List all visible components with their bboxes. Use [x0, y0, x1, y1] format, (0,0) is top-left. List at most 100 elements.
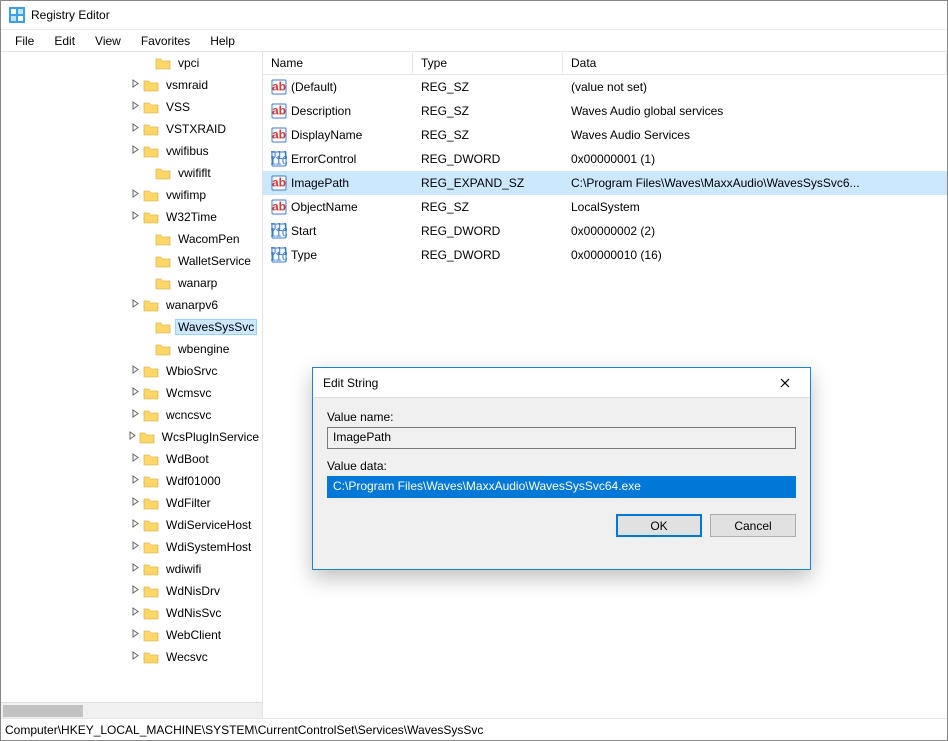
expander-icon[interactable] [127, 211, 143, 223]
tree-item[interactable]: wcncsvc [1, 404, 262, 426]
value-row[interactable]: (Default)REG_SZ(value not set) [263, 75, 947, 99]
expander-icon[interactable] [127, 299, 143, 311]
folder-icon [155, 254, 171, 268]
tree-item[interactable]: WcsPlugInService [1, 426, 262, 448]
tree-item-label: WdiSystemHost [163, 539, 254, 555]
menu-help[interactable]: Help [200, 32, 245, 50]
tree-item[interactable]: vsmraid [1, 74, 262, 96]
expander-icon[interactable] [127, 629, 143, 641]
tree-item-label: wanarp [175, 275, 220, 291]
expander-icon[interactable] [127, 145, 143, 157]
tree-item-label: WdiServiceHost [163, 517, 254, 533]
tree-item[interactable]: WdNisDrv [1, 580, 262, 602]
tree-item[interactable]: wanarpv6 [1, 294, 262, 316]
folder-icon [143, 188, 159, 202]
tree-item[interactable]: vwifimp [1, 184, 262, 206]
cancel-button[interactable]: Cancel [710, 514, 796, 537]
tree-item[interactable]: WavesSysSvc [1, 316, 262, 338]
tree-item[interactable]: WbioSrvc [1, 360, 262, 382]
value-row[interactable]: ErrorControlREG_DWORD0x00000001 (1) [263, 147, 947, 171]
expander-icon[interactable] [127, 409, 143, 421]
value-name: ObjectName [291, 200, 358, 214]
folder-icon [143, 496, 159, 510]
tree-item[interactable]: WdBoot [1, 448, 262, 470]
menu-file[interactable]: File [5, 32, 44, 50]
registry-editor-window: Registry Editor File Edit View Favorites… [0, 0, 948, 741]
value-row[interactable]: TypeREG_DWORD0x00000010 (16) [263, 243, 947, 267]
column-header-data[interactable]: Data [563, 53, 947, 73]
value-data-input[interactable]: C:\Program Files\Waves\MaxxAudio\WavesSy… [327, 476, 796, 498]
tree-item[interactable]: vwifibus [1, 140, 262, 162]
tree-item[interactable]: Wdf01000 [1, 470, 262, 492]
tree-item[interactable]: WalletService [1, 250, 262, 272]
value-row[interactable]: ObjectNameREG_SZLocalSystem [263, 195, 947, 219]
folder-icon [143, 562, 159, 576]
value-type: REG_EXPAND_SZ [413, 174, 563, 192]
tree-item[interactable]: wdiwifi [1, 558, 262, 580]
expander-icon[interactable] [127, 189, 143, 201]
tree-item[interactable]: WdNisSvc [1, 602, 262, 624]
menu-view[interactable]: View [85, 32, 131, 50]
folder-icon [143, 584, 159, 598]
tree-item-label: WalletService [175, 253, 254, 269]
expander-icon[interactable] [127, 365, 143, 377]
expander-icon[interactable] [127, 453, 143, 465]
dialog-titlebar[interactable]: Edit String [313, 368, 810, 398]
expander-icon[interactable] [127, 607, 143, 619]
menu-favorites[interactable]: Favorites [131, 32, 200, 50]
value-type: REG_SZ [413, 126, 563, 144]
ok-button[interactable]: OK [616, 514, 702, 537]
tree-item[interactable]: vwififlt [1, 162, 262, 184]
tree-item[interactable]: WdiSystemHost [1, 536, 262, 558]
tree-item[interactable]: WdiServiceHost [1, 514, 262, 536]
close-icon[interactable] [770, 368, 800, 398]
value-row[interactable]: StartREG_DWORD0x00000002 (2) [263, 219, 947, 243]
tree-pane[interactable]: vpcivsmraidVSSVSTXRAIDvwifibusvwififltvw… [1, 52, 263, 718]
tree-item[interactable]: wbengine [1, 338, 262, 360]
value-name-input[interactable]: ImagePath [327, 427, 796, 449]
tree-item-label: WcsPlugInService [159, 429, 262, 445]
expander-icon[interactable] [127, 431, 139, 443]
expander-icon[interactable] [127, 123, 143, 135]
tree-item[interactable]: WdFilter [1, 492, 262, 514]
value-name: ErrorControl [291, 152, 356, 166]
list-header: Name Type Data [263, 52, 947, 75]
value-row[interactable]: DisplayNameREG_SZWaves Audio Services [263, 123, 947, 147]
tree-item[interactable]: Wecsvc [1, 646, 262, 668]
value-row[interactable]: ImagePathREG_EXPAND_SZC:\Program Files\W… [263, 171, 947, 195]
menubar: File Edit View Favorites Help [1, 30, 947, 52]
expander-icon[interactable] [127, 497, 143, 509]
tree-item[interactable]: VSS [1, 96, 262, 118]
tree-item[interactable]: wanarp [1, 272, 262, 294]
tree-item[interactable]: WebClient [1, 624, 262, 646]
tree-item[interactable]: vpci [1, 52, 262, 74]
tree-item[interactable]: VSTXRAID [1, 118, 262, 140]
folder-icon [143, 452, 159, 466]
expander-icon[interactable] [127, 541, 143, 553]
folder-icon [143, 100, 159, 114]
expander-icon[interactable] [127, 79, 143, 91]
titlebar[interactable]: Registry Editor [1, 1, 947, 30]
menu-edit[interactable]: Edit [44, 32, 85, 50]
value-data-label: Value data: [327, 459, 796, 473]
expander-icon[interactable] [127, 585, 143, 597]
expander-icon[interactable] [127, 475, 143, 487]
expander-icon[interactable] [127, 563, 143, 575]
tree-item[interactable]: Wcmsvc [1, 382, 262, 404]
column-header-name[interactable]: Name [263, 53, 413, 73]
tree-item[interactable]: WacomPen [1, 228, 262, 250]
expander-icon[interactable] [127, 651, 143, 663]
column-header-type[interactable]: Type [413, 53, 563, 73]
value-binary-icon [271, 151, 287, 167]
value-row[interactable]: DescriptionREG_SZWaves Audio global serv… [263, 99, 947, 123]
dialog-title-text: Edit String [323, 376, 770, 390]
folder-icon [155, 166, 171, 180]
tree-horizontal-scrollbar[interactable] [1, 702, 262, 718]
folder-icon [143, 298, 159, 312]
expander-icon[interactable] [127, 387, 143, 399]
tree-item[interactable]: W32Time [1, 206, 262, 228]
expander-icon[interactable] [127, 101, 143, 113]
expander-icon[interactable] [127, 519, 143, 531]
tree-item-label: wbengine [175, 341, 232, 357]
value-data: Waves Audio global services [563, 102, 947, 120]
